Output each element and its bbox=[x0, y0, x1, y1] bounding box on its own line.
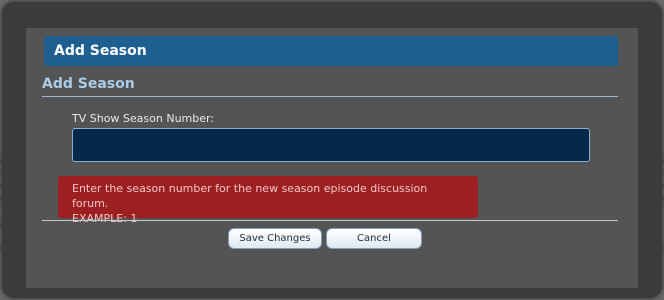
add-season-dialog: Add Season Add Season TV Show Season Num… bbox=[30, 30, 630, 288]
dialog-title: Add Season bbox=[44, 36, 618, 66]
save-changes-button[interactable]: Save Changes bbox=[228, 228, 322, 249]
error-message-example: EXAMPLE: 1 bbox=[72, 212, 138, 225]
error-message-text: Enter the season number for the new seas… bbox=[72, 182, 428, 210]
footer-divider bbox=[42, 220, 618, 221]
season-number-input[interactable] bbox=[72, 128, 590, 162]
season-number-label: TV Show Season Number: bbox=[72, 112, 215, 125]
error-message: Enter the season number for the new seas… bbox=[58, 176, 478, 225]
section-heading: Add Season bbox=[42, 76, 618, 97]
cancel-button[interactable]: Cancel bbox=[326, 228, 422, 249]
